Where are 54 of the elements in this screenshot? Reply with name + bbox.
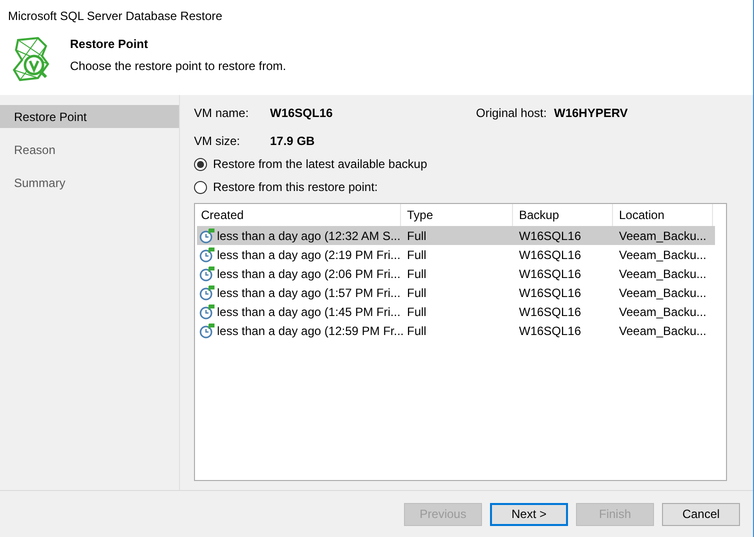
table-cell-text: W16SQL16 — [519, 284, 582, 302]
window-title: Microsoft SQL Server Database Restore — [8, 8, 222, 25]
table-row[interactable]: less than a day ago (1:57 PM Fri... Full W16SQL16 Veeam_Backu... — [197, 283, 715, 302]
table-cell-text: Full — [407, 284, 426, 302]
table-cell-text: Full — [407, 322, 426, 340]
vm-name-value: W16SQL16 — [270, 105, 334, 122]
clock-flag-icon — [199, 322, 215, 338]
wizard-step[interactable]: Reason — [0, 138, 179, 161]
table-row[interactable]: less than a day ago (12:59 PM Fr... Full W16SQL16 Veeam_Backu... — [197, 321, 715, 340]
wizard-button[interactable]: Next > — [490, 502, 568, 526]
table-cell-text: less than a day ago (2:06 PM Fri... — [217, 266, 400, 282]
wizard-step[interactable]: Summary — [0, 171, 179, 194]
page-subtitle: Choose the restore point to restore from. — [70, 58, 286, 75]
table-cell-text: W16SQL16 — [519, 304, 582, 320]
table-cell-text: Veeam_Backu... — [619, 246, 706, 264]
table-row[interactable]: less than a day ago (12:32 AM S... Full W16SQL16 Veeam_Backu... — [197, 226, 715, 245]
vm-size-label: VM size: — [194, 133, 242, 150]
table-cell-text: less than a day ago (12:59 PM Fr... — [217, 322, 404, 340]
vm-size-value: 17.9 GB — [270, 133, 315, 150]
table-cell-text: Veeam_Backu... — [619, 228, 706, 244]
clock-flag-icon — [199, 304, 215, 320]
table-cell-text: Veeam_Backu... — [619, 284, 706, 302]
table-cell-text: less than a day ago (2:19 PM Fri... — [217, 246, 400, 264]
host-value: W16HYPERV — [554, 105, 628, 122]
table-row[interactable]: less than a day ago (1:45 PM Fri... Full W16SQL16 Veeam_Backu... — [197, 302, 715, 321]
table-cell-text: Veeam_Backu... — [619, 266, 706, 282]
wizard-step[interactable]: Restore Point — [0, 105, 179, 128]
table-cell-text: W16SQL16 — [519, 266, 582, 282]
table-cell-text: W16SQL16 — [519, 228, 582, 244]
host-label: Original host: — [476, 105, 548, 122]
table-cell-text: less than a day ago (1:45 PM Fri... — [217, 304, 400, 320]
table-cell-text: less than a day ago (1:57 PM Fri... — [217, 284, 400, 302]
table-cell-text: Full — [407, 228, 426, 244]
table-cell-text: Veeam_Backu... — [619, 304, 706, 320]
vm-name-label: VM name: — [194, 105, 250, 122]
clock-flag-icon — [199, 228, 215, 244]
restore-option[interactable]: Restore from the latest available backup — [194, 156, 727, 172]
clock-flag-icon — [199, 284, 215, 300]
clock-flag-icon — [199, 266, 215, 282]
page-title: Restore Point — [70, 36, 150, 53]
wizard-button[interactable]: Cancel — [662, 502, 740, 526]
table-cell-text: W16SQL16 — [519, 246, 582, 264]
table-row[interactable]: less than a day ago (2:19 PM Fri... Full W16SQL16 Veeam_Backu... — [197, 245, 715, 264]
table-cell-text: W16SQL16 — [519, 322, 582, 340]
clock-flag-icon — [199, 246, 215, 262]
table-row[interactable]: less than a day ago (2:06 PM Fri... Full W16SQL16 Veeam_Backu... — [197, 264, 715, 283]
table-cell-text: Full — [407, 246, 426, 264]
table-cell-text: Full — [407, 304, 426, 320]
table-cell-text: Full — [407, 266, 426, 282]
table-cell-text: less than a day ago (12:32 AM S... — [217, 228, 400, 244]
radio-button[interactable] — [194, 180, 207, 194]
radio-button[interactable] — [194, 158, 207, 170]
table-cell-text: Veeam_Backu... — [619, 322, 706, 340]
restore-option[interactable]: Restore from this restore point: — [194, 179, 727, 195]
